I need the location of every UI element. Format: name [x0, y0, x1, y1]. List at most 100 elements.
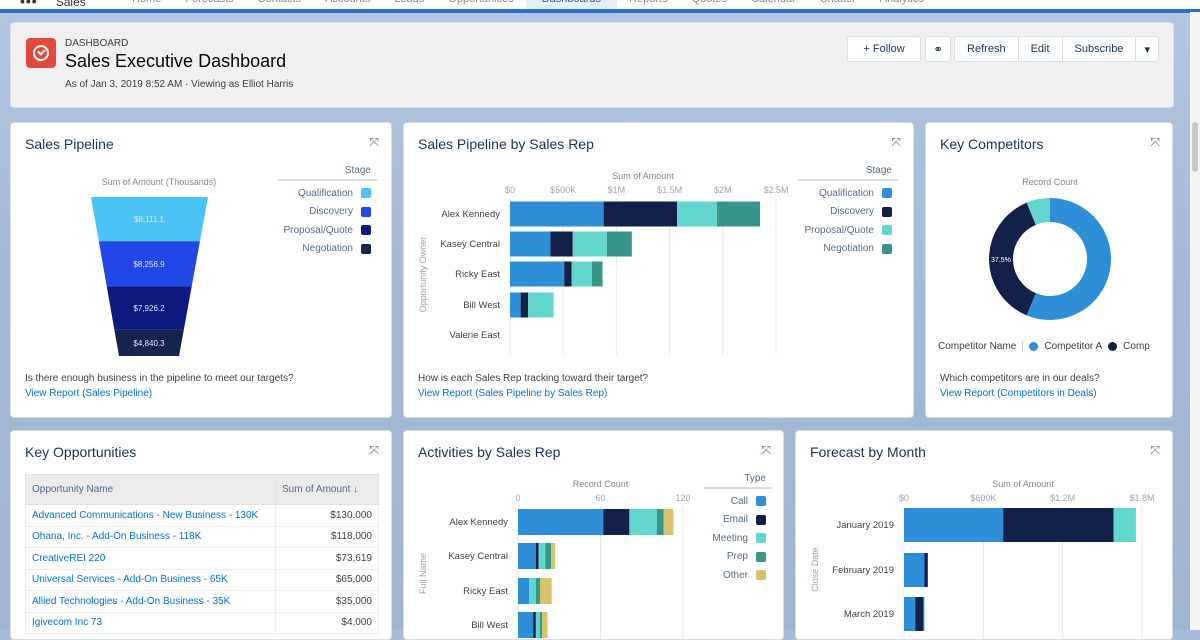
bar-segment[interactable] — [542, 612, 548, 638]
bar-segment[interactable] — [510, 231, 551, 257]
bar-segment[interactable] — [529, 578, 536, 604]
nav-item[interactable]: Accounts — [313, 0, 382, 9]
legend-item[interactable]: Qualification — [798, 184, 898, 203]
legend-item[interactable]: Discovery — [277, 203, 377, 222]
bar-segment[interactable] — [572, 231, 607, 257]
amount-cell: $35,000 — [275, 590, 379, 613]
bar-segment[interactable] — [603, 201, 678, 227]
nav-item[interactable]: Analytics — [868, 0, 936, 9]
legend-item[interactable]: Prep — [704, 548, 772, 567]
legend-item[interactable]: Negotiation — [798, 240, 898, 259]
legend-item[interactable]: Negotiation — [277, 240, 377, 259]
legend-item[interactable]: Email — [704, 511, 772, 530]
bar-segment[interactable] — [923, 597, 925, 631]
bar-segment[interactable] — [518, 543, 536, 569]
bar-segment[interactable] — [550, 231, 573, 257]
bar-segment[interactable] — [535, 578, 540, 604]
legend-dot — [1029, 342, 1039, 351]
expand-icon[interactable]: ⤧ — [761, 443, 771, 458]
edit-button[interactable]: Edit — [1017, 36, 1063, 62]
expand-icon[interactable]: ⤧ — [369, 443, 379, 458]
page-scrollbar[interactable] — [1190, 12, 1200, 630]
bar-segment[interactable] — [1003, 508, 1114, 542]
share-button[interactable]: ⚭ — [925, 36, 952, 62]
nav-item[interactable]: Forecasts — [173, 0, 245, 9]
refresh-button[interactable]: Refresh — [954, 36, 1019, 62]
column-header-opportunity-name[interactable]: Opportunity Name — [25, 474, 276, 505]
bar-segment[interactable] — [716, 201, 761, 227]
legend-item[interactable]: Proposal/Quote — [798, 221, 898, 240]
bar-segment[interactable] — [538, 543, 546, 569]
bar-segment[interactable] — [904, 597, 916, 631]
bar-segment[interactable] — [564, 261, 572, 287]
nav-item[interactable]: Home — [120, 0, 173, 9]
bar-segment[interactable] — [677, 201, 717, 227]
opportunity-link[interactable]: Allied Technologies - Add-On Business - … — [25, 590, 276, 613]
nav-item[interactable]: Calendar — [739, 0, 808, 9]
nav-item[interactable]: Contacts — [246, 0, 313, 9]
bar-segment[interactable] — [540, 612, 543, 638]
bar-segment[interactable] — [1113, 508, 1136, 542]
legend-item[interactable]: Proposal/Quote — [277, 221, 377, 240]
legend-label[interactable]: Comp — [1123, 341, 1150, 352]
opportunity-link[interactable]: CreativeREI 220 — [25, 547, 276, 570]
nav-item[interactable]: Chatter — [808, 0, 868, 9]
bar-segment[interactable] — [591, 261, 603, 287]
expand-icon[interactable]: ⤧ — [891, 135, 901, 150]
bar-segment[interactable] — [915, 597, 924, 631]
bar-segment[interactable] — [528, 292, 554, 318]
more-actions-button[interactable]: ▾ — [1135, 36, 1159, 62]
subscribe-button[interactable]: Subscribe — [1061, 36, 1137, 62]
view-report-link[interactable]: View Report (Sales Pipeline by Sales Rep… — [418, 388, 607, 399]
scrollbar-thumb[interactable] — [1192, 122, 1198, 172]
opportunity-link[interactable]: Ohana, Inc. - Add-On Business - 118K — [25, 525, 276, 548]
bar-segment[interactable] — [510, 201, 604, 227]
nav-item[interactable]: Reports — [617, 0, 680, 9]
legend-swatch — [882, 225, 892, 236]
bar-segment[interactable] — [656, 509, 664, 535]
legend-item[interactable]: Call — [704, 492, 772, 511]
legend-item[interactable]: Discovery — [798, 203, 898, 222]
bar-segment[interactable] — [603, 509, 630, 535]
bar-segment[interactable] — [510, 261, 565, 287]
app-launcher-icon[interactable]: ••• — [20, 0, 38, 9]
view-report-link[interactable]: View Report (Competitors in Deals) — [940, 388, 1097, 399]
bar-segment[interactable] — [545, 543, 552, 569]
view-report-link[interactable]: View Report (Sales Pipeline) — [25, 388, 152, 399]
bar-segment[interactable] — [520, 292, 529, 318]
nav-item[interactable]: Opportunities — [436, 0, 525, 9]
bar-segment[interactable] — [540, 578, 552, 604]
legend-item[interactable]: Meeting — [704, 529, 772, 548]
bar-segment[interactable] — [904, 553, 925, 587]
opportunity-link[interactable]: Igivecom Inc 73 — [25, 611, 276, 634]
bar-segment[interactable] — [924, 553, 928, 587]
legend-item[interactable]: Qualification — [277, 184, 377, 203]
nav-item[interactable]: Leads — [382, 0, 436, 9]
bar-segment[interactable] — [510, 292, 521, 318]
nav-item[interactable]: Quotes — [680, 0, 739, 9]
table-row: Igivecom Inc 73 $4,000 — [25, 611, 379, 634]
bar-segment[interactable] — [606, 231, 632, 257]
forecast-widget: Forecast by Month ⤧ Sum of Amount $0 $600K… — [795, 430, 1173, 640]
header-kicker: DASHBOARD — [65, 38, 129, 49]
bar-segment[interactable] — [518, 578, 529, 604]
bar-segment[interactable] — [518, 612, 534, 638]
funnel-label: $8,111.1 — [134, 215, 165, 224]
opportunity-link[interactable]: Universal Services - Add-On Business - 6… — [25, 568, 276, 591]
column-header-sum-of-amount[interactable]: Sum of Amount ↓ — [275, 474, 379, 505]
bar-segment[interactable] — [571, 261, 592, 287]
bar-segment[interactable] — [904, 508, 1004, 542]
bar-segment[interactable] — [533, 612, 536, 638]
bar-segment[interactable] — [518, 509, 604, 535]
follow-button[interactable]: + Follow — [847, 36, 922, 62]
bar-segment[interactable] — [663, 509, 674, 535]
bar-segment[interactable] — [629, 509, 657, 535]
bar-segment[interactable] — [535, 612, 540, 638]
opportunity-link[interactable]: Advanced Communications - New Business -… — [25, 504, 276, 527]
legend-item[interactable]: Other — [704, 566, 772, 585]
bar-segment[interactable] — [535, 543, 539, 569]
bar-segment[interactable] — [551, 543, 556, 569]
nav-item[interactable]: Dashboards — [525, 0, 618, 9]
legend-label[interactable]: Competitor A — [1044, 341, 1102, 352]
pipeline-by-rep-widget: Sales Pipeline by Sales Rep ⤧ Sum of Amo… — [403, 122, 914, 418]
